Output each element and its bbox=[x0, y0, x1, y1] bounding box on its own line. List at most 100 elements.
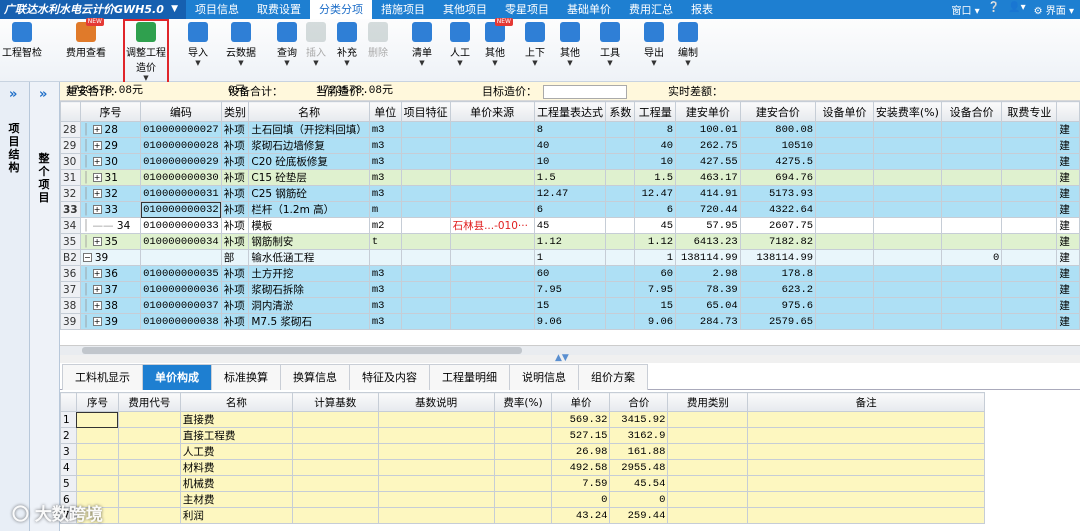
cell-feat[interactable] bbox=[400, 137, 451, 154]
toolbar-button-11[interactable]: NEW 其他 ▼ bbox=[485, 18, 513, 67]
table-row[interactable]: B2−39 部输水低涵工程 1 1 138114.99 138114.99 0 建 bbox=[60, 249, 1080, 266]
cell-total[interactable]: 45.54 bbox=[609, 475, 669, 492]
cell-qty[interactable]: 8 bbox=[634, 121, 677, 138]
cell-eprice[interactable] bbox=[815, 265, 874, 282]
toolbar-button-8[interactable]: 删除 bbox=[368, 22, 388, 59]
cell-name[interactable]: C20 砼底板修复 bbox=[248, 153, 370, 170]
expand-icon[interactable]: + bbox=[92, 189, 102, 198]
cell-code[interactable] bbox=[117, 427, 181, 444]
toolbar-button-14[interactable]: 工具 ▼ bbox=[600, 22, 620, 67]
cell-etotal[interactable] bbox=[940, 121, 1003, 138]
cell-feat[interactable] bbox=[400, 121, 451, 138]
toolbar-button-2[interactable]: 调整工程 造价 ▼ bbox=[123, 19, 169, 85]
column-header-6[interactable]: 项目特征 bbox=[400, 101, 451, 122]
expand-icon[interactable]: + bbox=[92, 173, 102, 182]
cell-fee[interactable] bbox=[1001, 169, 1058, 186]
cell-total[interactable]: 138114.99 bbox=[739, 249, 817, 266]
cell-feat[interactable] bbox=[400, 233, 451, 250]
theme-menu[interactable]: ⚙ 界面 ▾ bbox=[1034, 2, 1074, 17]
cell-src[interactable] bbox=[449, 265, 535, 282]
panel-splitter[interactable]: ▲▼ bbox=[60, 353, 1080, 363]
cell-rate[interactable] bbox=[872, 249, 942, 266]
cell-etotal[interactable] bbox=[940, 217, 1003, 234]
cell-total[interactable]: 178.8 bbox=[739, 265, 817, 282]
cell-seq[interactable]: │ +28 bbox=[79, 121, 142, 138]
cell-src[interactable] bbox=[449, 121, 535, 138]
cell-src[interactable] bbox=[449, 233, 535, 250]
cell-coef[interactable] bbox=[605, 137, 636, 154]
window-menu[interactable]: 窗口 ▾ bbox=[952, 2, 980, 17]
column-header-8[interactable]: 工程量表达式 bbox=[533, 101, 607, 122]
cell-rate[interactable] bbox=[493, 459, 553, 476]
cell-code[interactable]: 010000000028 bbox=[140, 137, 222, 154]
cell-name[interactable]: 浆砌石边墙修复 bbox=[248, 137, 370, 154]
cell-last[interactable]: 建 bbox=[1056, 153, 1080, 170]
cell-basedesc[interactable] bbox=[377, 427, 495, 444]
cell-code[interactable]: 010000000032 bbox=[140, 201, 222, 218]
lower-column-header-2[interactable]: 费用代号 bbox=[117, 392, 181, 412]
cell-unit[interactable]: m3 bbox=[368, 153, 402, 170]
cost-row[interactable]: 6 主材费 0 0 bbox=[60, 491, 985, 508]
cell-src[interactable] bbox=[449, 169, 535, 186]
cell-fee[interactable] bbox=[1001, 153, 1058, 170]
cell-code[interactable]: 010000000030 bbox=[140, 169, 222, 186]
cell-src[interactable] bbox=[449, 137, 535, 154]
cell-note[interactable] bbox=[747, 427, 985, 444]
cell-type[interactable]: 补项 bbox=[220, 265, 250, 282]
cell-eprice[interactable] bbox=[815, 169, 874, 186]
cell-eprice[interactable] bbox=[815, 281, 874, 298]
table-row[interactable]: 37 │ +37 010000000036 补项 浆砌石拆除 m3 7.95 7.95 78.3… bbox=[60, 281, 1080, 298]
cell-eprice[interactable] bbox=[815, 249, 874, 266]
column-header-9[interactable]: 系数 bbox=[605, 101, 636, 122]
cell-seq[interactable]: │ +37 bbox=[79, 281, 142, 298]
expand-icon[interactable]: + bbox=[92, 141, 102, 150]
cell-name[interactable]: 浆砌石拆除 bbox=[248, 281, 370, 298]
cell-seq[interactable]: │ +38 bbox=[79, 297, 142, 314]
cell-total[interactable]: 5173.93 bbox=[739, 185, 817, 202]
cell-price[interactable]: 262.75 bbox=[675, 137, 741, 154]
cell-seq[interactable]: │ +31 bbox=[79, 169, 142, 186]
column-header-10[interactable]: 工程量 bbox=[634, 101, 677, 122]
cell-rate[interactable] bbox=[872, 281, 942, 298]
cell-expr[interactable]: 9.06 bbox=[533, 313, 607, 330]
cell-rate[interactable] bbox=[872, 233, 942, 250]
cell-seq[interactable]: │ +33 bbox=[79, 201, 142, 218]
menu-item-5[interactable]: 零星项目 bbox=[496, 0, 558, 19]
cell-etotal[interactable] bbox=[940, 313, 1003, 330]
cell-type[interactable]: 补项 bbox=[220, 297, 250, 314]
column-header-4[interactable]: 名称 bbox=[248, 101, 370, 122]
cell-etotal[interactable] bbox=[940, 281, 1003, 298]
lower-column-header-7[interactable]: 单价 bbox=[551, 392, 611, 412]
expand-icon[interactable]: + bbox=[92, 301, 102, 310]
column-header-17[interactable] bbox=[1056, 101, 1080, 122]
cell-coef[interactable] bbox=[605, 201, 636, 218]
cell-qty[interactable]: 45 bbox=[634, 217, 677, 234]
cell-price[interactable]: 463.17 bbox=[675, 169, 741, 186]
menu-item-7[interactable]: 费用汇总 bbox=[620, 0, 682, 19]
cell-unit[interactable]: m2 bbox=[368, 217, 402, 234]
cell-src[interactable] bbox=[449, 313, 535, 330]
cell-feat[interactable] bbox=[400, 249, 451, 266]
cell-basedesc[interactable] bbox=[377, 491, 495, 508]
cost-row[interactable]: 4 材料费 492.58 2955.48 bbox=[60, 459, 985, 476]
cell-src[interactable] bbox=[449, 201, 535, 218]
scroll-thumb[interactable] bbox=[82, 347, 522, 354]
cell-qty[interactable]: 6 bbox=[634, 201, 677, 218]
user-icon[interactable]: 👤▾ bbox=[1008, 2, 1025, 17]
tab-1[interactable]: 单价构成 bbox=[142, 364, 212, 390]
toolbar-button-15[interactable]: 导出 ▼ bbox=[644, 22, 664, 67]
menu-item-8[interactable]: 报表 bbox=[682, 0, 722, 19]
cell-etotal[interactable] bbox=[940, 137, 1003, 154]
cell-base[interactable] bbox=[291, 459, 379, 476]
cell-seq[interactable] bbox=[75, 427, 119, 444]
cell-coef[interactable] bbox=[605, 153, 636, 170]
column-header-11[interactable]: 建安单价 bbox=[675, 101, 741, 122]
cell-code[interactable]: 010000000031 bbox=[140, 185, 222, 202]
table-row[interactable]: 34 │ —— 34 010000000033 补项 模板 m2 石林县...-010···… bbox=[60, 217, 1080, 234]
cell-expr[interactable]: 1.12 bbox=[533, 233, 607, 250]
cell-eprice[interactable] bbox=[815, 137, 874, 154]
cell-feat[interactable] bbox=[400, 169, 451, 186]
cell-price[interactable]: 284.73 bbox=[675, 313, 741, 330]
cell-qty[interactable]: 12.47 bbox=[634, 185, 677, 202]
cell-code[interactable]: 010000000034 bbox=[140, 233, 222, 250]
